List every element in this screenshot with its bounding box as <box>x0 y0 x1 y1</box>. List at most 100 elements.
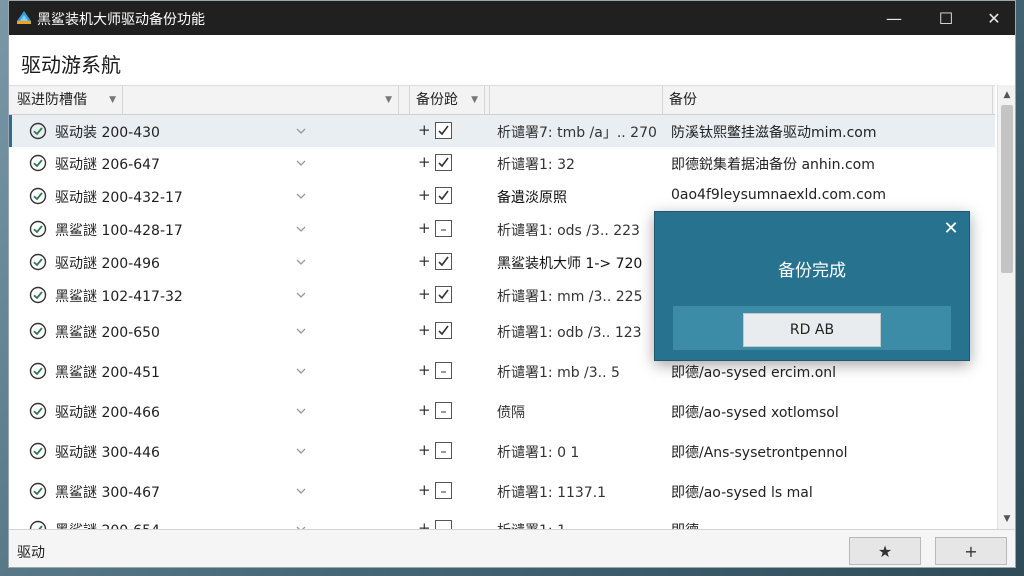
expand-plus-icon[interactable]: + <box>418 481 431 499</box>
driver-name: 驱动謎 200-466 <box>55 405 160 421</box>
check-circle-icon <box>29 482 47 500</box>
chevron-down-icon[interactable] <box>295 256 307 268</box>
check-circle-icon <box>29 286 47 304</box>
table-row[interactable]: 驱动謎 206-647 + 析谴署1: 32 即德鋭集着据油备份 anhin.com <box>9 147 995 179</box>
chevron-down-icon[interactable] <box>295 125 307 137</box>
backup-checkbox[interactable] <box>435 402 452 419</box>
driver-status: 黑鲨装机大师 1-> 720 <box>497 256 643 272</box>
backup-path: 即德/ao-sysed ercim.onl <box>671 365 837 381</box>
table-row[interactable]: 驱动謎 200-432-17 + 备遺淡原照 0ao4f9leysumnaexld.c… <box>9 179 995 212</box>
backup-path: 即德 <box>671 520 699 529</box>
backup-path: 即德/Ans-sysetrontpennol <box>671 445 848 461</box>
driver-status: 析谴署1: odb /3.. 123 <box>497 325 642 341</box>
expand-plus-icon[interactable]: + <box>418 285 431 303</box>
table-row[interactable]: 驱动謎 300-446 + 析谴署1: 0 1 即德/Ans-sysetrontpen… <box>9 431 995 471</box>
driver-name: 黑鲨謎 102-417-32 <box>55 289 183 305</box>
chevron-down-icon[interactable] <box>295 223 307 235</box>
backup-checkbox[interactable] <box>435 362 452 379</box>
backup-checkbox[interactable] <box>435 520 452 529</box>
close-button[interactable]: ✕ <box>971 1 1015 35</box>
backup-checkbox[interactable] <box>435 122 452 139</box>
table-row[interactable]: 驱动謎 200-466 + 偾隔 即德/ao-sysed xotlomsol <box>9 391 995 431</box>
backup-path: 即德/ao-sysed xotlomsol <box>671 405 839 421</box>
table-row[interactable]: 黑鲨謎 300-467 + 析谴署1: 1137.1 即德/ao-sysed ls m… <box>9 471 995 511</box>
chevron-down-icon[interactable] <box>295 157 307 169</box>
driver-status: 析谴署1: mb /3.. 5 <box>497 365 620 381</box>
backup-checkbox[interactable] <box>435 482 452 499</box>
driver-status: 析谴署7: tmb /a」.. 270 <box>497 125 657 141</box>
expand-plus-icon[interactable]: + <box>418 252 431 270</box>
chevron-down-icon[interactable] <box>295 405 307 417</box>
dialog-title: 备份完成 <box>778 261 846 281</box>
driver-name: 黑鲨謎 100-428-17 <box>55 223 183 239</box>
check-circle-icon <box>29 253 47 271</box>
minimize-button[interactable]: — <box>871 1 917 35</box>
backup-path: 即德/ao-sysed ls mal <box>671 485 813 501</box>
chevron-down-icon[interactable] <box>295 289 307 301</box>
table-row[interactable]: 驱动装 200-430 + 析谴署7: tmb /a」.. 270 防溪钛熙鳖挂滋备驱… <box>9 115 995 147</box>
add-button[interactable]: + <box>935 537 1007 565</box>
table-header: 驱进防槽偕 ▼ ▼ 备份跄 ▼ 备份 <box>9 85 995 115</box>
column-header-status[interactable] <box>489 86 663 114</box>
status-bar: 驱动 ★ + <box>9 529 1015 567</box>
dialog-confirm-button[interactable]: RD AB <box>743 313 881 347</box>
sort-caret-icon: ▼ <box>109 95 116 105</box>
expand-plus-icon[interactable]: + <box>418 219 431 237</box>
driver-status: 偾隔 <box>497 405 525 421</box>
window-title: 黑鲨装机大师驱动备份功能 <box>37 12 205 28</box>
driver-name: 驱动謎 206-647 <box>55 157 160 173</box>
backup-checkbox[interactable] <box>435 442 452 459</box>
backup-checkbox[interactable] <box>435 220 452 237</box>
dialog-close-icon[interactable]: ✕ <box>941 218 961 239</box>
dropdown-caret-icon: ▼ <box>385 95 392 105</box>
expand-plus-icon[interactable]: + <box>418 401 431 419</box>
chevron-down-icon[interactable] <box>295 485 307 497</box>
scroll-up-arrow-icon[interactable]: ▲ <box>998 87 1015 103</box>
backup-checkbox[interactable] <box>435 322 452 339</box>
chevron-down-icon[interactable] <box>295 325 307 337</box>
chevron-down-icon[interactable] <box>295 445 307 457</box>
expand-plus-icon[interactable]: + <box>418 121 431 139</box>
maximize-button[interactable]: ☐ <box>923 1 969 35</box>
backup-path: 即德鋭集着据油备份 anhin.com <box>671 157 875 173</box>
chevron-down-icon[interactable] <box>295 190 307 202</box>
expand-plus-icon[interactable]: + <box>418 361 431 379</box>
check-circle-icon <box>29 520 47 529</box>
backup-checkbox[interactable] <box>435 286 452 303</box>
column-header-backup-mark-label: 备份跄 <box>416 92 458 108</box>
column-header-filter[interactable]: ▼ <box>123 86 399 114</box>
expand-plus-icon[interactable]: + <box>418 519 431 529</box>
column-header-backup-mark[interactable]: 备份跄 ▼ <box>409 86 485 114</box>
driver-status: 析谴署1: 0 1 <box>497 445 580 461</box>
backup-checkbox[interactable] <box>435 253 452 270</box>
backup-checkbox[interactable] <box>435 154 452 171</box>
scrollbar-thumb[interactable] <box>1001 105 1013 273</box>
expand-plus-icon[interactable]: + <box>418 153 431 171</box>
chevron-down-icon[interactable] <box>295 365 307 377</box>
driver-status: 析谴署1: 1 <box>497 520 566 529</box>
check-circle-icon <box>29 362 47 380</box>
driver-status: 析谴署1: 1137.1 <box>497 485 607 501</box>
column-header-driver-label: 驱进防槽偕 <box>17 92 87 108</box>
driver-name: 黑鲨謎 300-467 <box>55 485 160 501</box>
check-circle-icon <box>29 154 47 172</box>
expand-plus-icon[interactable]: + <box>418 186 431 204</box>
check-circle-icon <box>29 187 47 205</box>
check-circle-icon <box>29 442 47 460</box>
favorite-button[interactable]: ★ <box>849 537 921 565</box>
driver-status: 析谴署1: 32 <box>497 157 575 173</box>
vertical-scrollbar[interactable]: ▲ ▼ <box>997 85 1015 529</box>
expand-plus-icon[interactable]: + <box>418 321 431 339</box>
column-header-backup[interactable]: 备份 <box>663 86 993 114</box>
driver-name: 驱动装 200-430 <box>55 125 160 141</box>
table-row[interactable]: 黑鲨謎 200-654 + 析谴署1: 1 即德 <box>9 511 995 529</box>
scroll-down-arrow-icon[interactable]: ▼ <box>998 511 1015 527</box>
expand-plus-icon[interactable]: + <box>418 441 431 459</box>
backup-path: 防溪钛熙鳖挂滋备驱动mim.com <box>671 125 877 141</box>
driver-name: 驱动謎 200-496 <box>55 256 160 272</box>
column-header-driver[interactable]: 驱进防槽偕 ▼ <box>11 86 123 114</box>
backup-checkbox[interactable] <box>435 187 452 204</box>
driver-name: 驱动謎 300-446 <box>55 445 160 461</box>
check-circle-icon <box>29 402 47 420</box>
driver-status: 析谴署1: mm /3.. 225 <box>497 289 643 305</box>
